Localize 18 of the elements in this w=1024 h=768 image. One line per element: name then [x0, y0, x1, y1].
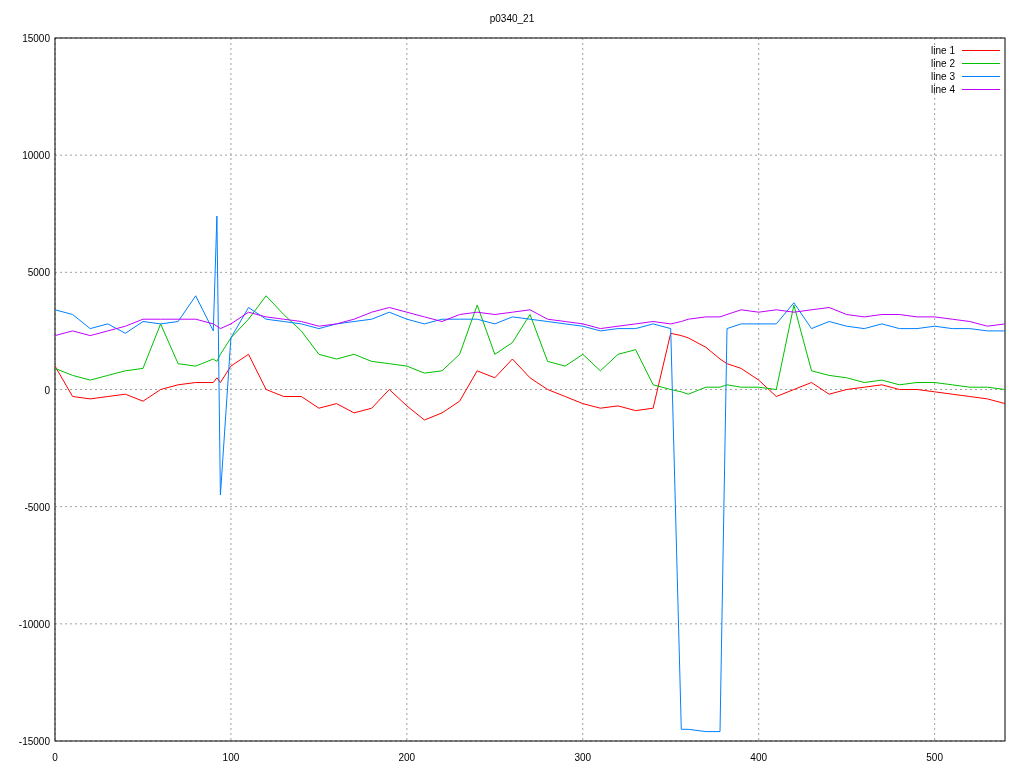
axis-tick-label: -15000 — [18, 736, 50, 747]
axis-tick-label: 200 — [398, 752, 416, 763]
axis-tick-label: 0 — [44, 384, 50, 396]
axis-tick-label: 300 — [574, 752, 592, 763]
legend-label: line 3 — [931, 71, 955, 82]
axis-tick-label: 500 — [926, 752, 943, 763]
axis-tick-label: -10000 — [18, 618, 50, 630]
axis-tick-label: 15000 — [22, 33, 50, 44]
axis-tick-label: 10000 — [22, 150, 50, 162]
axis-tick-label: 400 — [750, 752, 768, 763]
axis-tick-label: 5000 — [27, 267, 50, 279]
legend-label: line 1 — [931, 45, 955, 56]
axis-tick-label: 0 — [52, 752, 58, 763]
axis-tick-label: -5000 — [24, 501, 50, 513]
axis-tick-label: 100 — [222, 752, 240, 763]
legend-label: line 2 — [931, 58, 955, 69]
chart-title: p0340_21 — [489, 13, 535, 24]
legend-label: line 4 — [931, 84, 955, 95]
